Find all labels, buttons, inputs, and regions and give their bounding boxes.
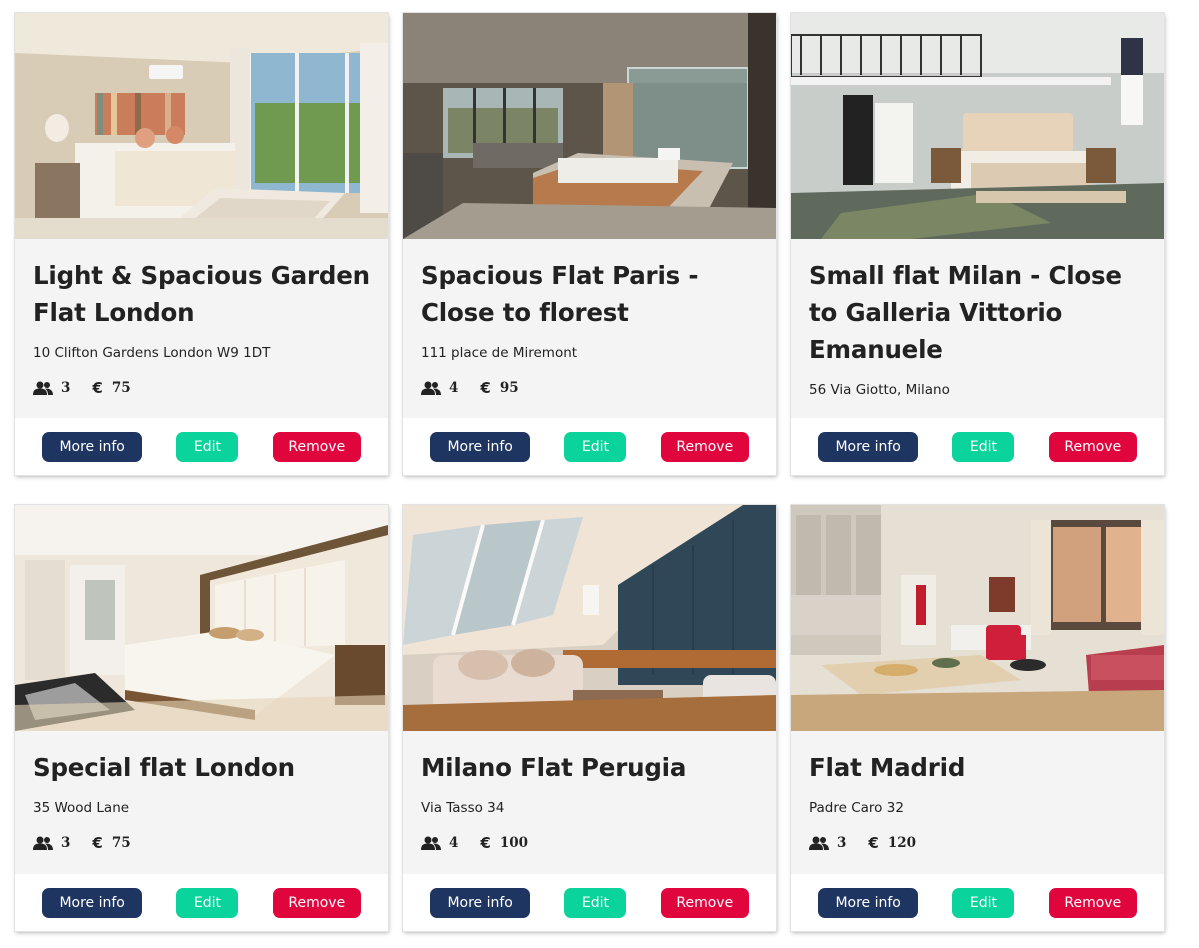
users-icon [33,836,53,850]
remove-button[interactable]: Remove [272,887,361,918]
edit-button[interactable]: Edit [952,431,1015,462]
guest-count: 3 [61,380,71,396]
listing-card: Small flat Milan - Close to Galleria Vit… [790,12,1165,476]
listing-photo [15,505,388,731]
listing-card: Milano Flat Perugia Via Tasso 34 4 € 100… [402,504,777,932]
listing-card: Flat Madrid Padre Caro 32 3 € 120 More i… [790,504,1165,932]
price: 75 [111,380,131,396]
remove-button[interactable]: Remove [1048,887,1137,918]
edit-button[interactable]: Edit [176,887,239,918]
remove-button[interactable]: Remove [272,431,361,462]
users-icon [809,836,829,850]
listing-photo [403,505,776,731]
listing-photo [791,13,1164,239]
listing-address: Padre Caro 32 [809,800,904,816]
card-actions: More info Edit Remove [15,874,388,931]
listing-title: Milano Flat Perugia [421,753,687,782]
listing-meta: 4 € 95 [421,379,758,397]
listing-meta: 4 € 100 [421,834,758,852]
edit-button[interactable]: Edit [564,431,627,462]
remove-button[interactable]: Remove [660,887,749,918]
more-info-button[interactable]: More info [430,887,531,918]
listing-title: Flat Madrid [809,753,966,782]
listing-card: Special flat London 35 Wood Lane 3 € 75 … [14,504,389,932]
remove-button[interactable]: Remove [660,431,749,462]
euro-icon: € [92,834,103,852]
listing-meta: 3 € 120 [809,834,1146,852]
card-actions: More info Edit Remove [791,418,1164,475]
guest-count: 4 [449,380,459,396]
remove-button[interactable]: Remove [1048,431,1137,462]
listing-address: 10 Clifton Gardens London W9 1DT [33,345,271,361]
edit-button[interactable]: Edit [176,431,239,462]
more-info-button[interactable]: More info [818,887,919,918]
price: 75 [111,835,131,851]
listing-photo [791,505,1164,731]
listing-title: Small flat Milan - Close to Galleria Vit… [809,261,1122,364]
more-info-button[interactable]: More info [818,431,919,462]
users-icon [421,381,441,395]
card-actions: More info Edit Remove [791,874,1164,931]
listing-address: Via Tasso 34 [421,800,505,816]
more-info-button[interactable]: More info [42,887,143,918]
listing-address: 56 Via Giotto, Milano [809,382,950,398]
price: 95 [499,380,519,396]
listing-title: Light & Spacious Garden Flat London [33,261,370,327]
guest-count: 3 [61,835,71,851]
listing-card: Light & Spacious Garden Flat London 10 C… [14,12,389,476]
edit-button[interactable]: Edit [952,887,1015,918]
price: 100 [499,835,529,851]
listing-title: Spacious Flat Paris - Close to florest [421,261,699,327]
card-actions: More info Edit Remove [403,418,776,475]
edit-button[interactable]: Edit [564,887,627,918]
listing-grid: Light & Spacious Garden Flat London 10 C… [14,12,1165,932]
card-actions: More info Edit Remove [403,874,776,931]
euro-icon: € [92,379,103,397]
card-actions: More info Edit Remove [15,418,388,475]
listing-photo [403,13,776,239]
users-icon [421,836,441,850]
listing-meta: 3 € 75 [33,379,370,397]
guest-count: 4 [449,835,459,851]
listing-address: 35 Wood Lane [33,800,130,816]
listing-address: 111 place de Miremont [421,345,578,361]
listing-card: Spacious Flat Paris - Close to florest 1… [402,12,777,476]
listing-title: Special flat London [33,753,295,782]
euro-icon: € [480,834,491,852]
guest-count: 3 [837,835,847,851]
users-icon [33,381,53,395]
more-info-button[interactable]: More info [42,431,143,462]
euro-icon: € [868,834,879,852]
listing-photo [15,13,388,239]
price: 120 [887,835,917,851]
more-info-button[interactable]: More info [430,431,531,462]
euro-icon: € [480,379,491,397]
listing-meta: 3 € 75 [33,834,370,852]
